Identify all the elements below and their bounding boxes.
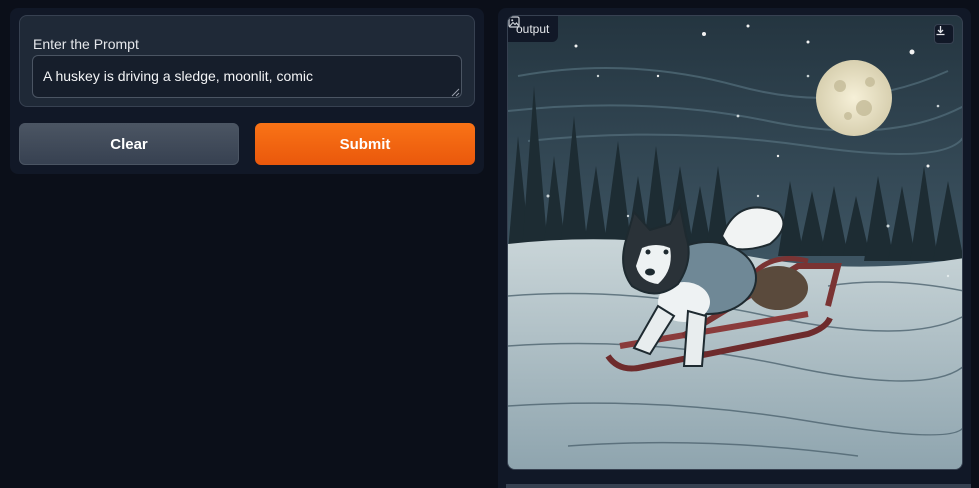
output-label-text: output [516, 22, 550, 36]
moon [816, 60, 892, 136]
submit-button[interactable]: Submit [255, 123, 475, 165]
input-panel: Enter the Prompt A huskey is driving a s… [10, 8, 484, 174]
output-image: output [507, 15, 963, 470]
husky-sledge-illustration [508, 16, 962, 469]
output-panel: output [498, 8, 971, 488]
resize-grip-icon[interactable] [451, 88, 460, 97]
prompt-label: Enter the Prompt [33, 36, 139, 52]
clear-button[interactable]: Clear [19, 123, 239, 165]
download-icon [936, 26, 945, 36]
image-icon [508, 16, 520, 28]
output-label: output [508, 16, 559, 42]
prompt-block: Enter the Prompt A huskey is driving a s… [19, 15, 475, 107]
prompt-input[interactable]: A huskey is driving a sledge, moonlit, c… [32, 55, 462, 98]
download-button[interactable] [934, 24, 954, 44]
panel-divider [506, 484, 971, 488]
